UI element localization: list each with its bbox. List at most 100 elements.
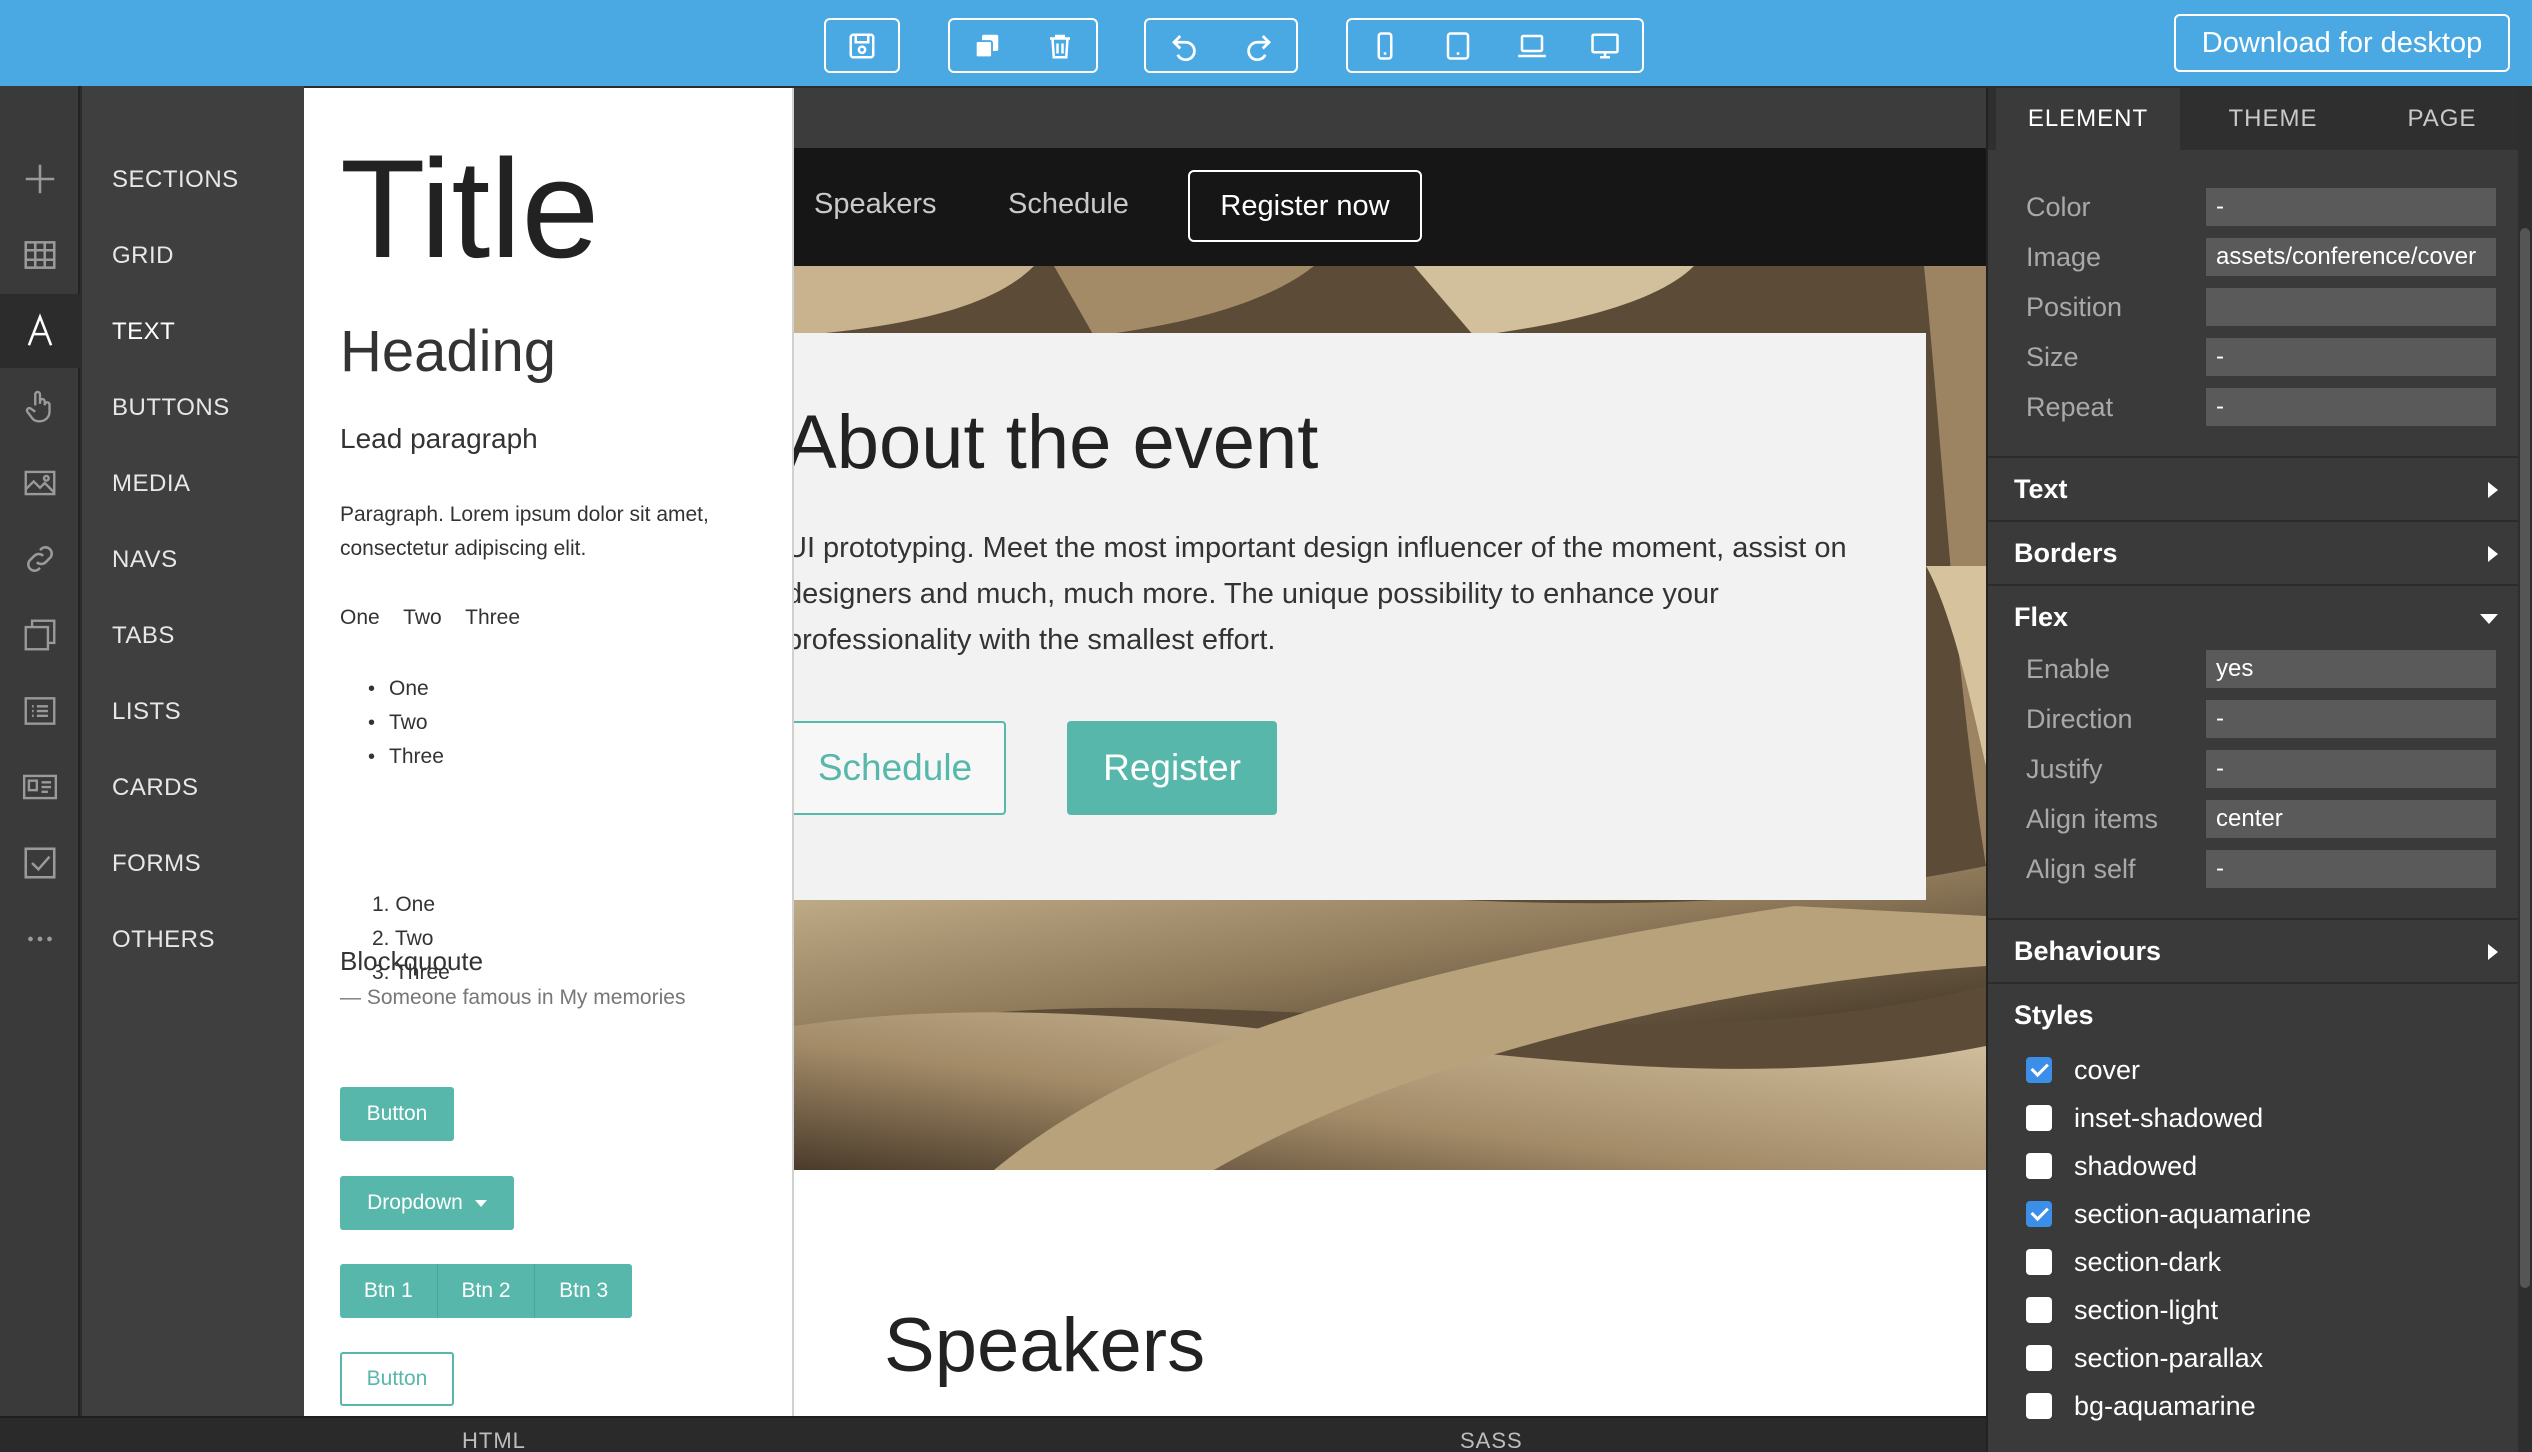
component-button-group[interactable]: Btn 1 Btn 2 Btn 3 bbox=[340, 1264, 632, 1318]
undo-icon[interactable] bbox=[1154, 21, 1214, 71]
category-grid[interactable]: GRID bbox=[112, 242, 174, 270]
position-input[interactable] bbox=[2206, 288, 2496, 326]
component-blockquote[interactable]: Blockquoute bbox=[340, 946, 483, 977]
mobile-icon[interactable] bbox=[1355, 21, 1415, 71]
category-forms[interactable]: FORMS bbox=[112, 850, 201, 878]
inline-list-item: One bbox=[340, 606, 380, 629]
color-input[interactable]: - bbox=[2206, 188, 2496, 226]
desktop-icon[interactable] bbox=[1575, 21, 1635, 71]
category-others[interactable]: OTHERS bbox=[112, 926, 215, 954]
checkbox-checked[interactable] bbox=[2026, 1201, 2052, 1227]
field-label-repeat: Repeat bbox=[2026, 392, 2114, 422]
checkbox-unchecked[interactable] bbox=[2026, 1153, 2052, 1179]
component-button[interactable]: Button bbox=[340, 1087, 454, 1141]
about-title[interactable]: About the event bbox=[794, 399, 1318, 486]
tab-theme[interactable]: THEME bbox=[2180, 88, 2366, 150]
link-icon[interactable] bbox=[0, 522, 80, 596]
category-lists[interactable]: LISTS bbox=[112, 698, 181, 726]
sass-tab[interactable]: SASS bbox=[1460, 1428, 1523, 1452]
html-tab[interactable]: HTML bbox=[462, 1428, 526, 1452]
section-behaviours[interactable]: Behaviours bbox=[1988, 918, 2518, 982]
checkbox-unchecked[interactable] bbox=[2026, 1105, 2052, 1131]
pointer-hand-icon[interactable] bbox=[0, 370, 80, 444]
category-navs[interactable]: NAVS bbox=[112, 546, 178, 574]
scrollbar-thumb[interactable] bbox=[2520, 228, 2530, 1288]
tablet-icon[interactable] bbox=[1428, 21, 1488, 71]
save-icon[interactable] bbox=[832, 21, 892, 71]
section-borders-title: Borders bbox=[2014, 538, 2118, 568]
grid-icon[interactable] bbox=[0, 218, 80, 292]
checkbox-checked[interactable] bbox=[2026, 1057, 2052, 1083]
inline-list-item: Two bbox=[403, 606, 442, 629]
style-label: shadowed bbox=[2074, 1150, 2198, 1181]
style-option[interactable]: section-dark bbox=[2026, 1242, 2221, 1282]
category-text[interactable]: TEXT bbox=[112, 318, 175, 346]
section-text[interactable]: Text bbox=[1988, 456, 2518, 520]
card-icon[interactable] bbox=[0, 750, 80, 824]
style-option[interactable]: bg-aquamarine bbox=[2026, 1386, 2256, 1426]
tab-page[interactable]: PAGE bbox=[2366, 88, 2518, 150]
size-input[interactable]: - bbox=[2206, 338, 2496, 376]
hero-section[interactable]: About the event UI prototyping. Meet the… bbox=[794, 266, 1986, 1170]
repeat-input[interactable]: - bbox=[2206, 388, 2496, 426]
component-inline-list[interactable]: One Two Three bbox=[340, 606, 538, 630]
align-items-input[interactable]: center bbox=[2206, 800, 2496, 838]
component-title[interactable]: Title bbox=[340, 128, 599, 290]
style-label: inset-shadowed bbox=[2074, 1102, 2264, 1133]
component-paragraph[interactable]: Paragraph. Lorem ipsum dolor sit amet, c… bbox=[340, 498, 760, 566]
category-cards[interactable]: CARDS bbox=[112, 774, 199, 802]
about-text[interactable]: UI prototyping. Meet the most important … bbox=[794, 525, 1886, 663]
checkbox-unchecked[interactable] bbox=[2026, 1345, 2052, 1371]
style-option[interactable]: shadowed bbox=[2026, 1146, 2197, 1186]
checkbox-unchecked[interactable] bbox=[2026, 1249, 2052, 1275]
direction-input[interactable]: - bbox=[2206, 700, 2496, 738]
component-dropdown[interactable]: Dropdown bbox=[340, 1176, 514, 1230]
enable-input[interactable]: yes bbox=[2206, 650, 2496, 688]
download-desktop-button[interactable]: Download for desktop bbox=[2174, 14, 2510, 72]
nav-register-button[interactable]: Register now bbox=[1188, 170, 1422, 242]
caret-down-icon bbox=[2480, 614, 2498, 624]
component-outline-button[interactable]: Button bbox=[340, 1352, 454, 1406]
list-icon[interactable] bbox=[0, 674, 80, 748]
section-borders[interactable]: Borders bbox=[1988, 520, 2518, 584]
component-lead[interactable]: Lead paragraph bbox=[340, 423, 538, 455]
style-option[interactable]: section-parallax bbox=[2026, 1338, 2263, 1378]
category-sections[interactable]: SECTIONS bbox=[112, 166, 239, 194]
properties-scrollbar[interactable] bbox=[2518, 88, 2532, 1452]
text-icon[interactable] bbox=[0, 294, 80, 368]
component-heading[interactable]: Heading bbox=[340, 318, 556, 385]
tabs-icon[interactable] bbox=[0, 598, 80, 672]
checkbox-icon[interactable] bbox=[0, 826, 80, 900]
hero-schedule-button[interactable]: Schedule bbox=[794, 721, 1006, 815]
laptop-icon[interactable] bbox=[1502, 21, 1562, 71]
redo-icon[interactable] bbox=[1229, 21, 1289, 71]
nav-link-speakers[interactable]: Speakers bbox=[814, 188, 937, 221]
image-input[interactable]: assets/conference/cover bbox=[2206, 238, 2496, 276]
category-buttons[interactable]: BUTTONS bbox=[112, 394, 230, 422]
style-option[interactable]: cover bbox=[2026, 1050, 2140, 1090]
trash-icon[interactable] bbox=[1030, 21, 1090, 71]
category-media[interactable]: MEDIA bbox=[112, 470, 191, 498]
speakers-title[interactable]: Speakers bbox=[884, 1302, 1205, 1389]
category-tabs[interactable]: TABS bbox=[112, 622, 175, 650]
component-unordered-list[interactable]: One Two Three bbox=[368, 672, 444, 774]
preview-navbar[interactable]: Speakers Schedule Register now bbox=[794, 148, 1986, 266]
duplicate-icon[interactable] bbox=[957, 21, 1017, 71]
hero-register-button[interactable]: Register bbox=[1067, 721, 1277, 815]
style-option[interactable]: inset-shadowed bbox=[2026, 1098, 2263, 1138]
caret-right-icon bbox=[2488, 482, 2498, 498]
tab-element[interactable]: ELEMENT bbox=[1996, 88, 2180, 150]
about-card: About the event UI prototyping. Meet the… bbox=[794, 333, 1926, 900]
justify-input[interactable]: - bbox=[2206, 750, 2496, 788]
align-self-input[interactable]: - bbox=[2206, 850, 2496, 888]
section-flex[interactable]: Flex bbox=[1988, 584, 2518, 648]
style-option[interactable]: section-aquamarine bbox=[2026, 1194, 2311, 1234]
checkbox-unchecked[interactable] bbox=[2026, 1297, 2052, 1323]
more-icon[interactable] bbox=[0, 902, 80, 976]
plus-icon[interactable] bbox=[0, 142, 80, 216]
style-option[interactable]: section-light bbox=[2026, 1290, 2218, 1330]
page-canvas[interactable]: Speakers Schedule Register now About the… bbox=[794, 88, 1986, 1416]
checkbox-unchecked[interactable] bbox=[2026, 1393, 2052, 1419]
nav-link-schedule[interactable]: Schedule bbox=[1008, 188, 1129, 221]
image-icon[interactable] bbox=[0, 446, 80, 520]
